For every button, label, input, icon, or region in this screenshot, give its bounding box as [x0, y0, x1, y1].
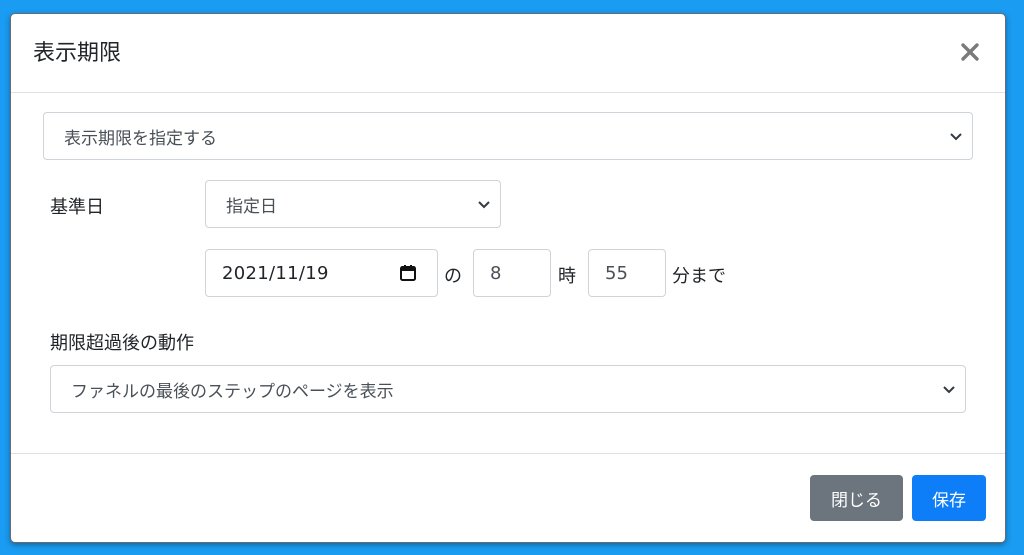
- date-hour-separator: の: [444, 266, 462, 287]
- deadline-mode-select[interactable]: 表示期限を指定する: [43, 112, 973, 160]
- close-dialog-button[interactable]: 閉じる: [810, 475, 903, 521]
- close-icon: [961, 43, 979, 61]
- hour-suffix: 時: [558, 266, 576, 287]
- deadline-date-value: 2021/11/19: [222, 262, 329, 284]
- modal-footer: 閉じる 保存: [11, 453, 1005, 542]
- minute-input[interactable]: 55: [588, 249, 666, 297]
- chevron-down-icon: [950, 133, 962, 141]
- minute-suffix: 分まで: [672, 266, 726, 287]
- hour-value: 8: [490, 262, 502, 284]
- calendar-icon[interactable]: [399, 264, 417, 282]
- base-date-select[interactable]: 指定日: [205, 180, 501, 228]
- close-button[interactable]: [959, 38, 985, 66]
- deadline-date-input[interactable]: 2021/11/19: [205, 249, 438, 297]
- deadline-mode-value: 表示期限を指定する: [64, 128, 217, 149]
- display-deadline-modal: 表示期限 表示期限を指定する 基準日 指定日 2021/11/19 の 8 時 …: [10, 13, 1006, 543]
- minute-value: 55: [605, 262, 628, 284]
- after-expiry-select[interactable]: ファネルの最後のステップのページを表示: [50, 365, 966, 413]
- after-expiry-label: 期限超過後の動作: [50, 333, 194, 354]
- modal-title: 表示期限: [33, 41, 122, 66]
- chevron-down-icon: [478, 201, 490, 209]
- after-expiry-value: ファネルの最後のステップのページを表示: [71, 381, 394, 402]
- base-date-label: 基準日: [50, 197, 104, 218]
- hour-input[interactable]: 8: [473, 249, 551, 297]
- base-date-value: 指定日: [226, 196, 277, 217]
- chevron-down-icon: [943, 386, 955, 394]
- save-button[interactable]: 保存: [912, 475, 986, 521]
- modal-header: 表示期限: [11, 14, 1005, 93]
